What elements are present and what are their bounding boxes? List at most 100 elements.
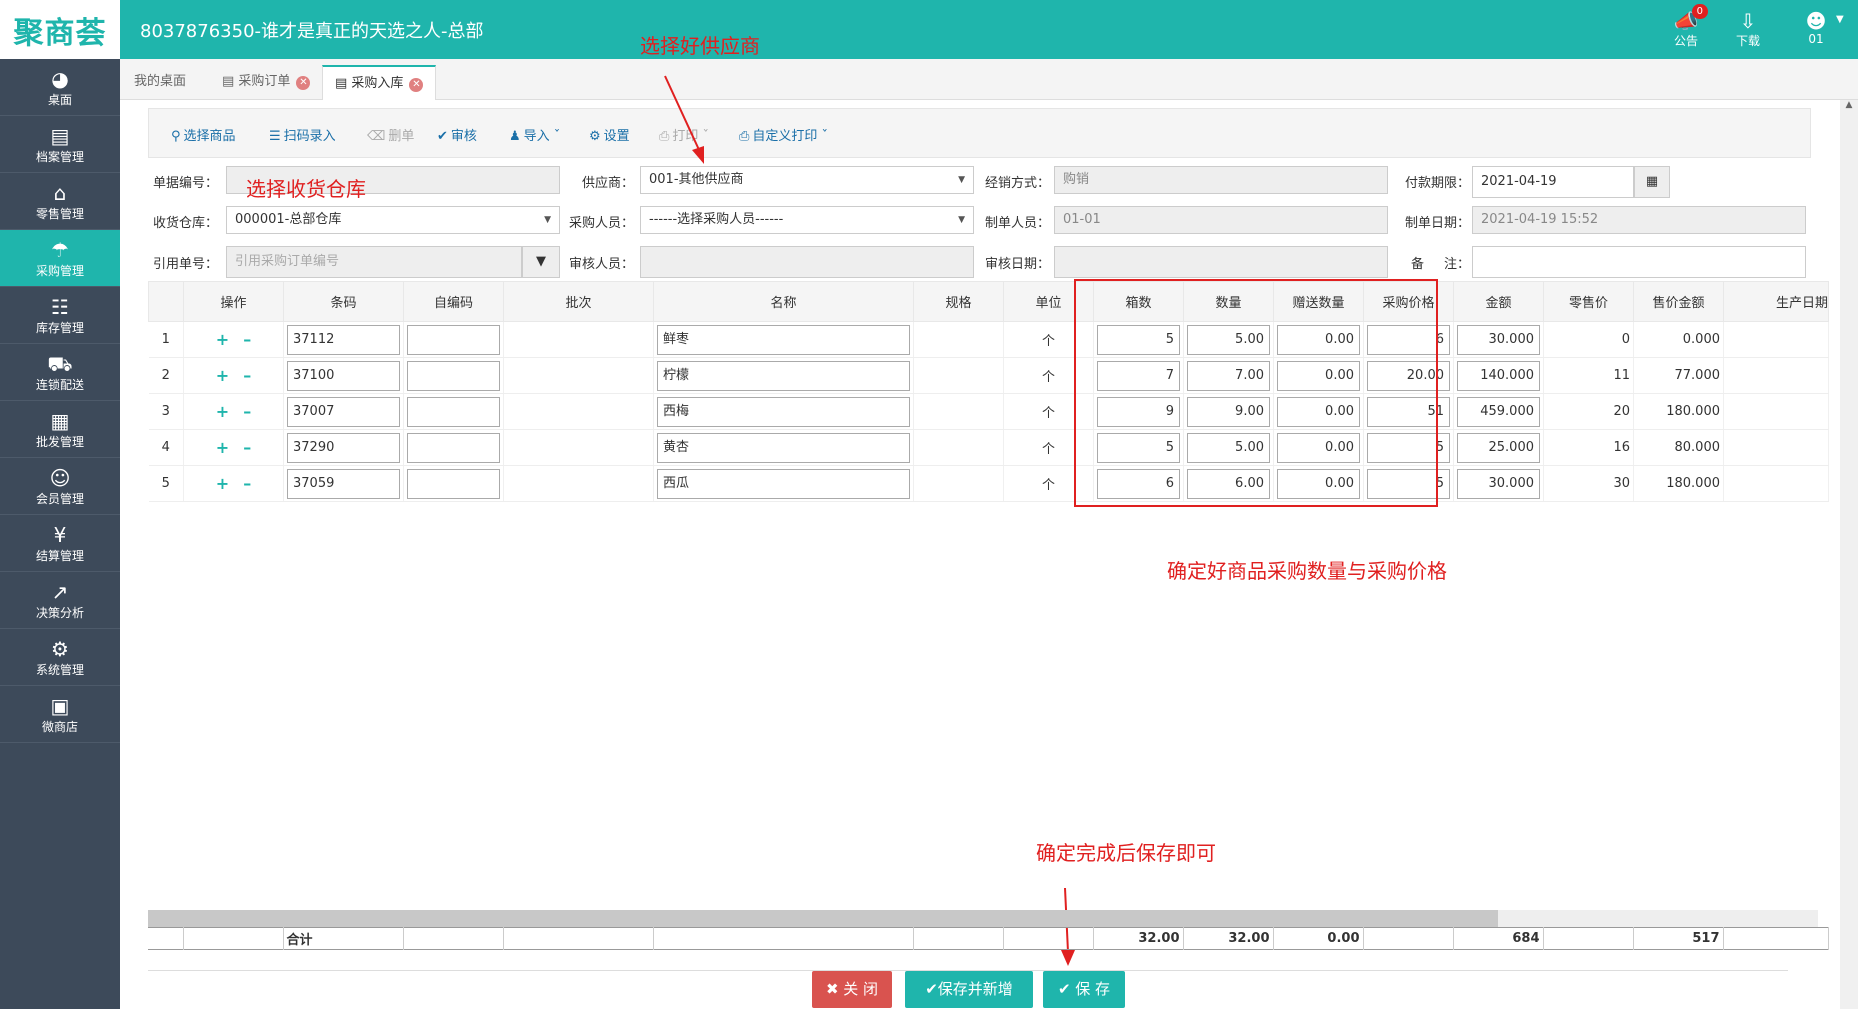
scroll-up-icon[interactable]: ▲ xyxy=(1840,100,1858,110)
arrow-supplier-icon xyxy=(664,75,704,164)
tab-desktop[interactable]: 我的桌面 xyxy=(122,65,198,100)
mode-label: 经销方式： xyxy=(984,176,1050,191)
make-date-field[interactable]: 2021-04-19 15:52 xyxy=(1472,206,1806,234)
filter-icon[interactable]: ▼ xyxy=(522,246,560,278)
amount-input[interactable]: 30.000 xyxy=(1457,324,1540,355)
name-input[interactable]: 鲜枣 xyxy=(657,324,910,355)
sidebar-item-system[interactable]: ⚙ 系统管理 xyxy=(0,629,120,686)
barcode-input[interactable]: 37100 xyxy=(287,360,400,391)
import-button[interactable]: ♟ 导入 ˇ xyxy=(509,125,560,144)
auditor-field[interactable] xyxy=(640,246,974,278)
amount-input[interactable]: 30.000 xyxy=(1457,468,1540,499)
barcode-input[interactable]: 37059 xyxy=(287,468,400,499)
sidebar-item-wholesale[interactable]: ▦ 批发管理 xyxy=(0,401,120,458)
audit-button[interactable]: ✔ 审核 xyxy=(437,125,477,144)
col-production-date: 生产日期 xyxy=(1723,281,1829,322)
sidebar-item-retail[interactable]: ⌂ 零售管理 xyxy=(0,173,120,230)
plus-icon[interactable]: + xyxy=(216,474,229,493)
name-input[interactable]: 西瓜 xyxy=(657,468,910,499)
col-spec: 规格 xyxy=(913,281,1004,322)
inventory-icon: ☷ xyxy=(51,295,69,319)
supplier-select[interactable]: 001-其他供应商 ▼ xyxy=(640,166,974,194)
select-goods-button[interactable]: ⚲ 选择商品 xyxy=(171,125,236,144)
sidebar-item-distribution[interactable]: ⛟ 连锁配送 xyxy=(0,344,120,401)
settlement-icon: ¥ xyxy=(53,523,67,547)
minus-icon[interactable]: – xyxy=(243,330,251,349)
amount-input[interactable]: 459.000 xyxy=(1457,396,1540,427)
plus-icon[interactable]: + xyxy=(216,438,229,457)
amount-input[interactable]: 140.000 xyxy=(1457,360,1540,391)
retail-amount-cell: 80.000 xyxy=(1633,429,1724,466)
check-icon: ✔ xyxy=(1057,980,1076,998)
supplier-label: 供应商： xyxy=(581,176,634,191)
buyer-select[interactable]: ------选择采购人员------ ▼ xyxy=(640,206,974,234)
total-gift: 0.00 xyxy=(1273,927,1364,950)
annotation-save: 确定完成后保存即可 xyxy=(1036,841,1216,865)
notice-button[interactable]: 📣 0 公告 xyxy=(1664,4,1708,49)
code-input[interactable] xyxy=(407,324,500,355)
code-input[interactable] xyxy=(407,432,500,463)
sidebar-item-analysis[interactable]: ↗ 决策分析 xyxy=(0,572,120,629)
scan-button[interactable]: ☰ 扫码录入 xyxy=(269,125,336,144)
download-button[interactable]: ⇩ 下载 xyxy=(1726,10,1770,49)
code-input[interactable] xyxy=(407,396,500,427)
close-button[interactable]: ✖ 关 闭 xyxy=(812,971,892,1008)
spec-cell xyxy=(913,393,1004,430)
close-icon[interactable]: ✕ xyxy=(409,78,424,92)
remark-input[interactable] xyxy=(1472,246,1806,278)
table-row: 4 + – 37290 黄杏 个 5 5.00 0.00 5 25.000 16 … xyxy=(148,429,1829,466)
col-operation: 操作 xyxy=(183,281,284,322)
code-input[interactable] xyxy=(407,468,500,499)
plus-icon[interactable]: + xyxy=(216,330,229,349)
sidebar-item-inventory[interactable]: ☷ 库存管理 xyxy=(0,287,120,344)
save-button[interactable]: ✔ 保 存 xyxy=(1043,971,1125,1008)
user-menu[interactable]: ☻ 01 xyxy=(1794,10,1838,46)
total-qty: 32.00 xyxy=(1183,927,1274,950)
row-number: 1 xyxy=(148,321,184,358)
sidebar-item-purchase[interactable]: ☂ 采购管理 xyxy=(0,230,120,287)
calendar-icon[interactable]: ▦ xyxy=(1634,166,1670,198)
sidebar-item-desktop[interactable]: ◕ 桌面 xyxy=(0,59,120,116)
barcode-icon: ☰ xyxy=(269,129,281,144)
chevron-down-icon[interactable]: ▼ xyxy=(1836,14,1844,25)
minus-icon[interactable]: – xyxy=(243,402,251,421)
sidebar-item-settlement[interactable]: ¥ 结算管理 xyxy=(0,515,120,572)
toolbar: ⚲ 选择商品 ☰ 扫码录入 ⌫ 删单 ✔ 审核 ♟ 导入 ˇ ⚙ 设置 ⎙ 打印 ˇ ⎙ 自定义… xyxy=(148,108,1811,158)
vertical-scrollbar[interactable]: ▲ xyxy=(1840,100,1858,1009)
warehouse-select[interactable]: 000001-总部仓库 ▼ xyxy=(226,206,560,234)
code-input[interactable] xyxy=(407,360,500,391)
tab-purchase-inbound[interactable]: ▤ 采购入库 ✕ xyxy=(322,65,437,100)
custom-print-button[interactable]: ⎙ 自定义打印 ˇ xyxy=(739,125,828,144)
audit-date-field[interactable] xyxy=(1054,246,1388,278)
barcode-input[interactable]: 37112 xyxy=(287,324,400,355)
plus-icon[interactable]: + xyxy=(216,366,229,385)
maker-field[interactable]: 01-01 xyxy=(1054,206,1388,234)
pay-date-label: 付款期限： xyxy=(1404,176,1470,191)
sidebar-item-archive[interactable]: ▤ 档案管理 xyxy=(0,116,120,173)
horizontal-scrollbar[interactable] xyxy=(148,910,1818,927)
close-icon[interactable]: ✕ xyxy=(296,76,311,90)
name-input[interactable]: 西梅 xyxy=(657,396,910,427)
settings-button[interactable]: ⚙ 设置 xyxy=(589,125,630,144)
dashboard-icon: ◕ xyxy=(51,67,69,91)
minus-icon[interactable]: – xyxy=(243,474,251,493)
total-retail-amount: 517 xyxy=(1633,927,1724,950)
minus-icon[interactable]: – xyxy=(243,438,251,457)
amount-input[interactable]: 25.000 xyxy=(1457,432,1540,463)
mode-field[interactable]: 购销 xyxy=(1054,166,1388,194)
tab-purchase-order[interactable]: ▤ 采购订单 ✕ xyxy=(210,65,322,100)
barcode-input[interactable]: 37290 xyxy=(287,432,400,463)
ref-input[interactable]: 引用采购订单编号 xyxy=(226,246,522,278)
pay-date-field[interactable]: 2021-04-19 xyxy=(1472,166,1634,198)
logo[interactable]: 聚商荟 xyxy=(0,0,120,59)
minus-icon[interactable]: – xyxy=(243,366,251,385)
name-input[interactable]: 柠檬 xyxy=(657,360,910,391)
save-and-new-button[interactable]: ✔保存并新增 xyxy=(905,971,1033,1008)
sidebar-item-microshop[interactable]: ▣ 微商店 xyxy=(0,686,120,743)
name-input[interactable]: 黄杏 xyxy=(657,432,910,463)
sidebar-item-member[interactable]: ☺ 会员管理 xyxy=(0,458,120,515)
scroll-thumb[interactable] xyxy=(148,910,1498,927)
delete-button[interactable]: ⌫ 删单 xyxy=(367,125,414,144)
barcode-input[interactable]: 37007 xyxy=(287,396,400,427)
plus-icon[interactable]: + xyxy=(216,402,229,421)
